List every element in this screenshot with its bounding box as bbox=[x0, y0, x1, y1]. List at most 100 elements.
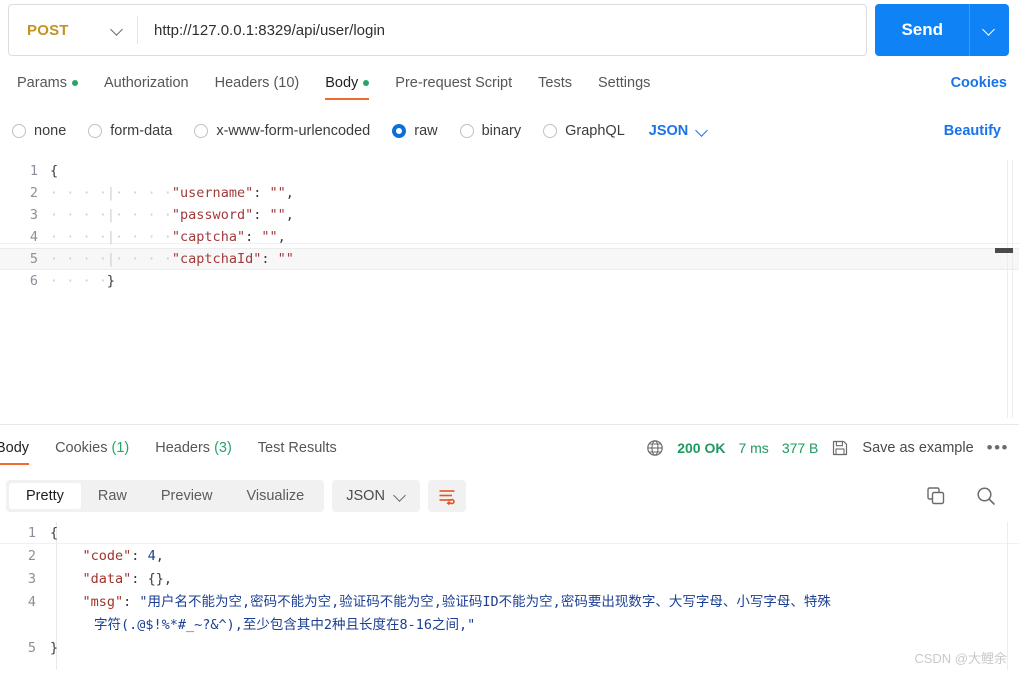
request-body-editor[interactable]: 1 { 2 · · · ·|· · · ·"username": "", 3 ·… bbox=[0, 160, 1019, 418]
indent-guide: · · · ·|· · · · bbox=[50, 207, 172, 223]
send-options-button[interactable] bbox=[969, 4, 1009, 56]
line-number: 4 bbox=[29, 229, 38, 245]
response-format-label: JSON bbox=[346, 488, 385, 504]
response-tab-body[interactable]: Body bbox=[0, 432, 42, 465]
tab-label: Authorization bbox=[103, 75, 189, 91]
tab-tests[interactable]: Tests bbox=[525, 68, 585, 98]
json-value-line-a: "用户名不能为空,密码不能为空,验证码不能为空,验证码ID不能为空,密码要出现数… bbox=[139, 594, 831, 610]
tab-pre-request-script[interactable]: Pre-request Script bbox=[382, 68, 525, 98]
body-type-graphql[interactable]: GraphQL bbox=[543, 123, 625, 139]
view-mode-visualize[interactable]: Visualize bbox=[229, 483, 321, 509]
more-options-icon[interactable]: ••• bbox=[987, 439, 1009, 456]
radio-label: x-www-form-urlencoded bbox=[216, 123, 371, 139]
code-line: 3 · · · ·|· · · ·"password": "", bbox=[0, 204, 1019, 226]
postman-request-response-view: POST Send Params Authorization Headers (… bbox=[0, 0, 1019, 675]
save-icon[interactable] bbox=[831, 439, 849, 457]
code-line: 2 · · · ·|· · · ·"username": "", bbox=[0, 182, 1019, 204]
indent-guide: · · · ·|· · · · bbox=[50, 229, 172, 245]
tab-label: Body bbox=[325, 75, 359, 91]
code-text: · · · ·|· · · ·"username": "", bbox=[50, 185, 294, 201]
line-number: 2 bbox=[29, 185, 38, 201]
tab-count: (3) bbox=[214, 440, 232, 456]
editor-vertical-rule bbox=[1007, 160, 1008, 418]
body-format-selector[interactable]: JSON bbox=[649, 123, 709, 139]
code-text: "code": 4, bbox=[82, 548, 164, 564]
tab-label: Tests bbox=[538, 75, 572, 91]
response-body-viewer[interactable]: 1 { 2 "code": 4, 3 "data": {}, 4 "msg": … bbox=[0, 522, 1019, 670]
code-text: { bbox=[50, 163, 59, 179]
radio-label: binary bbox=[481, 123, 522, 139]
http-method-selector[interactable]: POST bbox=[9, 5, 137, 55]
tab-count: (1) bbox=[111, 440, 130, 456]
tab-headers[interactable]: Headers (10) bbox=[202, 68, 313, 98]
response-tab-cookies[interactable]: Cookies (1) bbox=[42, 432, 142, 464]
editor-vertical-rule bbox=[1012, 160, 1013, 418]
body-type-none[interactable]: none bbox=[12, 123, 66, 139]
code-text: "msg": "用户名不能为空,密码不能为空,验证码不能为空,验证码ID不能为空… bbox=[50, 591, 831, 637]
indent-guide: · · · · bbox=[50, 273, 107, 289]
json-key: "code" bbox=[82, 548, 132, 564]
response-tab-headers[interactable]: Headers (3) bbox=[142, 432, 245, 464]
tab-body[interactable]: Body bbox=[312, 68, 382, 100]
body-type-raw[interactable]: raw bbox=[392, 123, 438, 139]
tab-label: Pre-request Script bbox=[395, 75, 513, 91]
code-line: 4 · · · ·|· · · ·"captcha": "", bbox=[0, 226, 1019, 248]
response-size: 377 B bbox=[781, 440, 819, 456]
response-format-selector[interactable]: JSON bbox=[332, 480, 420, 512]
line-number: 5 bbox=[27, 640, 36, 656]
radio-selected-icon bbox=[392, 124, 407, 138]
save-as-example-button[interactable]: Save as example bbox=[862, 440, 973, 456]
code-line: 4 "msg": "用户名不能为空,密码不能为空,验证码不能为空,验证码ID不能… bbox=[0, 591, 1019, 637]
tab-settings[interactable]: Settings bbox=[585, 68, 663, 98]
search-icon[interactable] bbox=[975, 485, 997, 507]
line-number: 3 bbox=[27, 571, 36, 587]
send-group: Send bbox=[875, 4, 1009, 56]
send-button[interactable]: Send bbox=[875, 4, 969, 56]
code-text: "data": {}, bbox=[82, 571, 172, 587]
radio-label: GraphQL bbox=[565, 123, 625, 139]
request-scrollbar-thumb[interactable] bbox=[995, 248, 1013, 253]
code-line: 1 { bbox=[0, 160, 1019, 182]
beautify-button[interactable]: Beautify bbox=[944, 123, 1001, 139]
tab-authorization[interactable]: Authorization bbox=[91, 68, 202, 98]
cookies-link[interactable]: Cookies bbox=[951, 68, 1007, 98]
radio-icon bbox=[12, 124, 26, 138]
radio-icon bbox=[543, 124, 558, 138]
body-type-urlencoded[interactable]: x-www-form-urlencoded bbox=[194, 123, 370, 139]
json-key: "msg" bbox=[82, 594, 124, 610]
line-number: 5 bbox=[29, 251, 38, 267]
tab-label: Body bbox=[0, 440, 30, 456]
radio-label: none bbox=[34, 123, 67, 139]
body-format-label: JSON bbox=[648, 123, 689, 139]
radio-icon bbox=[194, 124, 209, 138]
status-code: 200 OK bbox=[677, 440, 726, 456]
radio-icon bbox=[459, 124, 474, 138]
radio-icon bbox=[88, 124, 103, 138]
code-line-active: 5 · · · ·|· · · ·"captchaId": "" bbox=[0, 248, 1019, 270]
response-view-mode-group: Pretty Raw Preview Visualize bbox=[6, 480, 325, 512]
request-tab-bar: Params Authorization Headers (10) Body P… bbox=[0, 68, 1019, 102]
view-mode-raw[interactable]: Raw bbox=[81, 483, 144, 509]
request-url-input[interactable] bbox=[138, 21, 867, 39]
modified-dot-icon bbox=[363, 80, 370, 86]
code-line: 1 { bbox=[0, 522, 1019, 545]
tab-params[interactable]: Params bbox=[4, 68, 91, 98]
json-value: 4 bbox=[147, 548, 156, 564]
line-number: 1 bbox=[29, 163, 38, 179]
radio-label: form-data bbox=[110, 123, 173, 139]
code-line: 6 · · · ·} bbox=[0, 270, 1019, 292]
response-tab-test-results[interactable]: Test Results bbox=[245, 432, 350, 464]
chevron-down-icon bbox=[112, 25, 123, 36]
tab-label: Settings bbox=[598, 75, 651, 91]
tab-label: Headers (10) bbox=[214, 75, 300, 91]
code-text: { bbox=[50, 525, 59, 541]
view-mode-pretty[interactable]: Pretty bbox=[9, 483, 81, 509]
tab-label: Headers bbox=[155, 440, 211, 456]
body-type-binary[interactable]: binary bbox=[459, 123, 522, 139]
body-type-form-data[interactable]: form-data bbox=[88, 123, 172, 139]
view-mode-preview[interactable]: Preview bbox=[144, 483, 230, 509]
wrap-lines-button[interactable] bbox=[427, 480, 466, 512]
copy-icon[interactable] bbox=[925, 485, 947, 507]
code-text: · · · ·|· · · ·"password": "", bbox=[50, 207, 294, 223]
code-line: 5 } bbox=[0, 637, 1019, 660]
